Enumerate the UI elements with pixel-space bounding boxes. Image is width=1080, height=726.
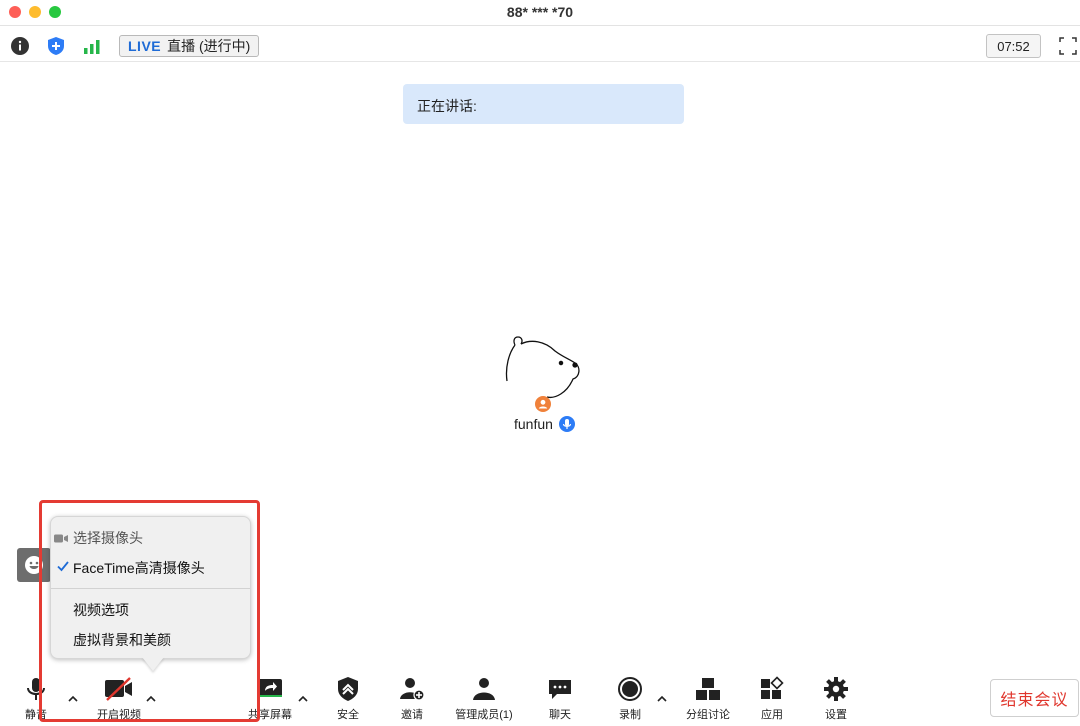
live-status: 直播 (进行中) [167, 38, 251, 54]
microphone-icon [27, 678, 45, 700]
chevron-up-icon[interactable] [297, 694, 309, 704]
participants-button[interactable]: 管理成员(1) [450, 670, 518, 726]
smiley-icon [25, 556, 43, 574]
shield-icon[interactable] [46, 36, 66, 56]
window-title: 88* *** *70 [506, 4, 574, 20]
active-speaker-label: 正在讲话: [417, 98, 477, 114]
participant-avatar-bear [503, 333, 583, 403]
chevron-up-icon[interactable] [67, 694, 79, 704]
mute-button[interactable]: 静音 [16, 670, 56, 726]
info-icon[interactable] [10, 36, 30, 56]
settings-button[interactable]: 设置 [816, 670, 856, 726]
security-button[interactable]: 安全 [328, 670, 368, 726]
start-video-button[interactable]: 开启视频 [90, 670, 148, 726]
live-stream-badge[interactable]: LIVE 直播 (进行中) [119, 35, 260, 57]
chat-icon [549, 680, 571, 699]
menu-divider [51, 588, 250, 589]
menu-item-facetime-camera[interactable]: FaceTime高清摄像头 [51, 553, 250, 583]
chat-button[interactable]: 聊天 [540, 670, 580, 726]
chevron-up-icon[interactable] [656, 694, 668, 704]
live-label: LIVE [128, 38, 162, 54]
signal-strength-icon[interactable] [82, 36, 102, 56]
apps-icon [761, 676, 784, 699]
participant-badge-icon [535, 396, 551, 412]
microphone-icon [559, 416, 575, 432]
participant-name: funfun [514, 416, 553, 432]
chevron-up-icon[interactable] [145, 694, 157, 704]
reactions-tab[interactable] [17, 548, 51, 582]
share-screen-icon [258, 679, 282, 697]
meeting-toolbar: 静音 开启视频 共享屏幕 安全 邀请 管理成员(1) 聊天 录制 分组讨论 应用… [0, 670, 1080, 726]
video-options-menu: 选择摄像头 FaceTime高清摄像头 视频选项 虚拟背景和美颜 [50, 516, 251, 659]
breakout-rooms-icon [696, 678, 720, 700]
add-user-icon [400, 678, 425, 701]
record-icon [618, 677, 642, 701]
record-button[interactable]: 录制 [610, 670, 650, 726]
gear-icon [824, 677, 848, 701]
meeting-timer: 07:52 [986, 34, 1041, 58]
participants-icon [473, 678, 495, 700]
end-meeting-button[interactable]: 结束会议 [990, 679, 1079, 717]
share-screen-button[interactable]: 共享屏幕 [242, 670, 298, 726]
fullscreen-icon[interactable] [1059, 37, 1077, 55]
title-bar: 88* *** *70 [0, 0, 1080, 26]
checkmark-icon [57, 561, 69, 572]
meeting-status-bar: LIVE 直播 (进行中) 07:52 [0, 30, 1080, 62]
apps-button[interactable]: 应用 [752, 670, 792, 726]
active-speaker-banner: 正在讲话: [403, 84, 684, 124]
camera-icon [54, 534, 68, 543]
menu-pointer [142, 657, 164, 671]
select-camera-header: 选择摄像头 [51, 523, 250, 553]
invite-button[interactable]: 邀请 [392, 670, 432, 726]
menu-item-virtual-background[interactable]: 虚拟背景和美颜 [51, 625, 250, 655]
menu-item-video-options[interactable]: 视频选项 [51, 595, 250, 625]
shield-icon [338, 677, 358, 701]
video-off-icon [105, 677, 132, 701]
breakout-rooms-button[interactable]: 分组讨论 [680, 670, 736, 726]
